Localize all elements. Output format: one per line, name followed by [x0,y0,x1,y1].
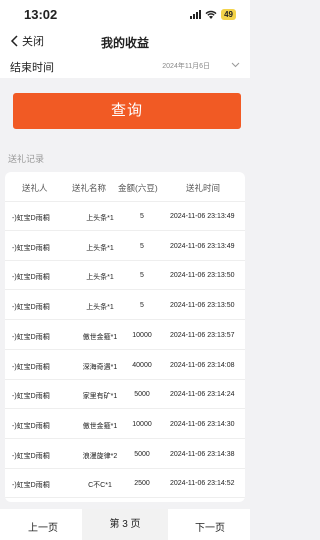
time-cell: 2024-11-06 23:14:38 [170,450,235,458]
table-row: -)虹宝D雨桐 傲世金箍*1 10000 2024-11-06 23:13:57 [5,321,245,350]
table-row: -)虹宝D雨桐 深海奇遇*1 40000 2024-11-06 23:14:08 [5,351,245,380]
current-page: 第 3 页 [82,509,168,540]
amount-cell: 5 [140,272,144,280]
end-time-picker[interactable]: 结束时间 2024年11月6日 [0,54,250,78]
table-row: -)虹宝D雨桐 家里有矿*1 5000 2024-11-06 23:14:24 [5,380,245,410]
battery-icon: 49 [221,9,236,20]
sender-cell: -)虹宝D雨桐 [12,363,50,371]
sender-cell: -)虹宝D雨桐 [12,333,50,341]
sender-cell: -)虹宝D雨桐 [12,452,50,460]
amount-cell: 5000 [134,391,150,399]
amount-cell: 2500 [134,480,150,488]
table-row: -)虹宝D雨桐 浪漫旋律*2 5000 2024-11-06 23:14:38 [5,440,245,469]
time-cell: 2024-11-06 23:14:30 [170,420,235,428]
sender-cell: -)虹宝D雨桐 [12,393,50,401]
status-bar: 13:02 49 [0,0,250,28]
col-header-sender: 送礼人 [22,183,48,193]
table-row: -)虹宝D雨桐 上头条*1 5 2024-11-06 23:13:49 [5,202,245,231]
table-row: -)虹宝D雨桐 傲世金箍*1 10000 2024-11-06 23:14:30 [5,410,245,439]
sender-cell: -)虹宝D雨桐 [12,422,50,430]
end-time-label: 结束时间 [10,62,54,74]
nav-bar: 关闭 我的收益 [0,28,250,54]
prev-page-button[interactable]: 上一页 [28,519,58,534]
pagination: 上一页 第 3 页 下一页 [0,509,250,540]
amount-cell: 5 [140,213,144,220]
amount-cell: 10000 [132,420,152,428]
time-cell: 2024-11-06 23:14:24 [170,391,235,399]
gift-records-table: 送礼人 送礼名称 金额(六豆) 送礼时间 -)虹宝D雨桐 上头条*1 5 2024-1… [5,172,245,502]
end-time-value[interactable]: 2024年11月6日 [162,61,210,71]
chevron-down-icon [231,62,240,68]
table-header: 送礼人 送礼名称 金额(六豆) 送礼时间 [5,172,245,202]
wifi-icon [205,10,217,19]
table-row: -)虹宝D雨桐 上头条*1 5 2024-11-06 23:13:50 [5,291,245,321]
time-cell: 2024-11-06 23:13:49 [170,242,235,250]
time-cell: 2024-11-06 23:13:57 [170,331,235,339]
table-row: -)虹宝D雨桐 上头条*1 5 2024-11-06 23:13:49 [5,232,245,261]
col-header-amount: 金额(六豆) [118,183,158,193]
section-title: 送礼记录 [8,154,45,164]
table-row: -)虹宝D雨桐 C不C*1 2500 2024-11-06 23:14:52 [5,469,245,499]
amount-cell: 10000 [132,331,152,339]
sender-cell: -)虹宝D雨桐 [12,304,50,312]
sender-cell: -)虹宝D雨桐 [12,274,50,282]
query-button[interactable]: 查询 [13,93,241,129]
time-cell: 2024-11-06 23:14:08 [170,361,235,369]
time-cell: 2024-11-06 23:14:52 [170,480,235,488]
time-cell: 2024-11-06 23:13:50 [170,302,235,310]
next-page-button[interactable]: 下一页 [195,519,225,534]
amount-cell: 5 [140,242,144,250]
signal-icon [190,10,202,19]
col-header-time: 送礼时间 [186,183,221,193]
amount-cell: 5000 [134,450,150,458]
page-title: 我的收益 [100,36,149,50]
sender-cell: -)虹宝D雨桐 [12,215,50,222]
amount-cell: 5 [140,302,144,310]
time-cell: 2024-11-06 23:13:49 [170,213,235,220]
table-row: -)虹宝D雨桐 上头条*1 5 2024-11-06 23:13:50 [5,261,245,291]
amount-cell: 40000 [132,361,152,369]
col-header-gift-name: 送礼名称 [72,183,107,193]
status-time: 13:02 [24,7,58,22]
sender-cell: -)虹宝D雨桐 [12,244,50,252]
time-cell: 2024-11-06 23:13:50 [170,272,235,280]
sender-cell: -)虹宝D雨桐 [12,482,50,490]
